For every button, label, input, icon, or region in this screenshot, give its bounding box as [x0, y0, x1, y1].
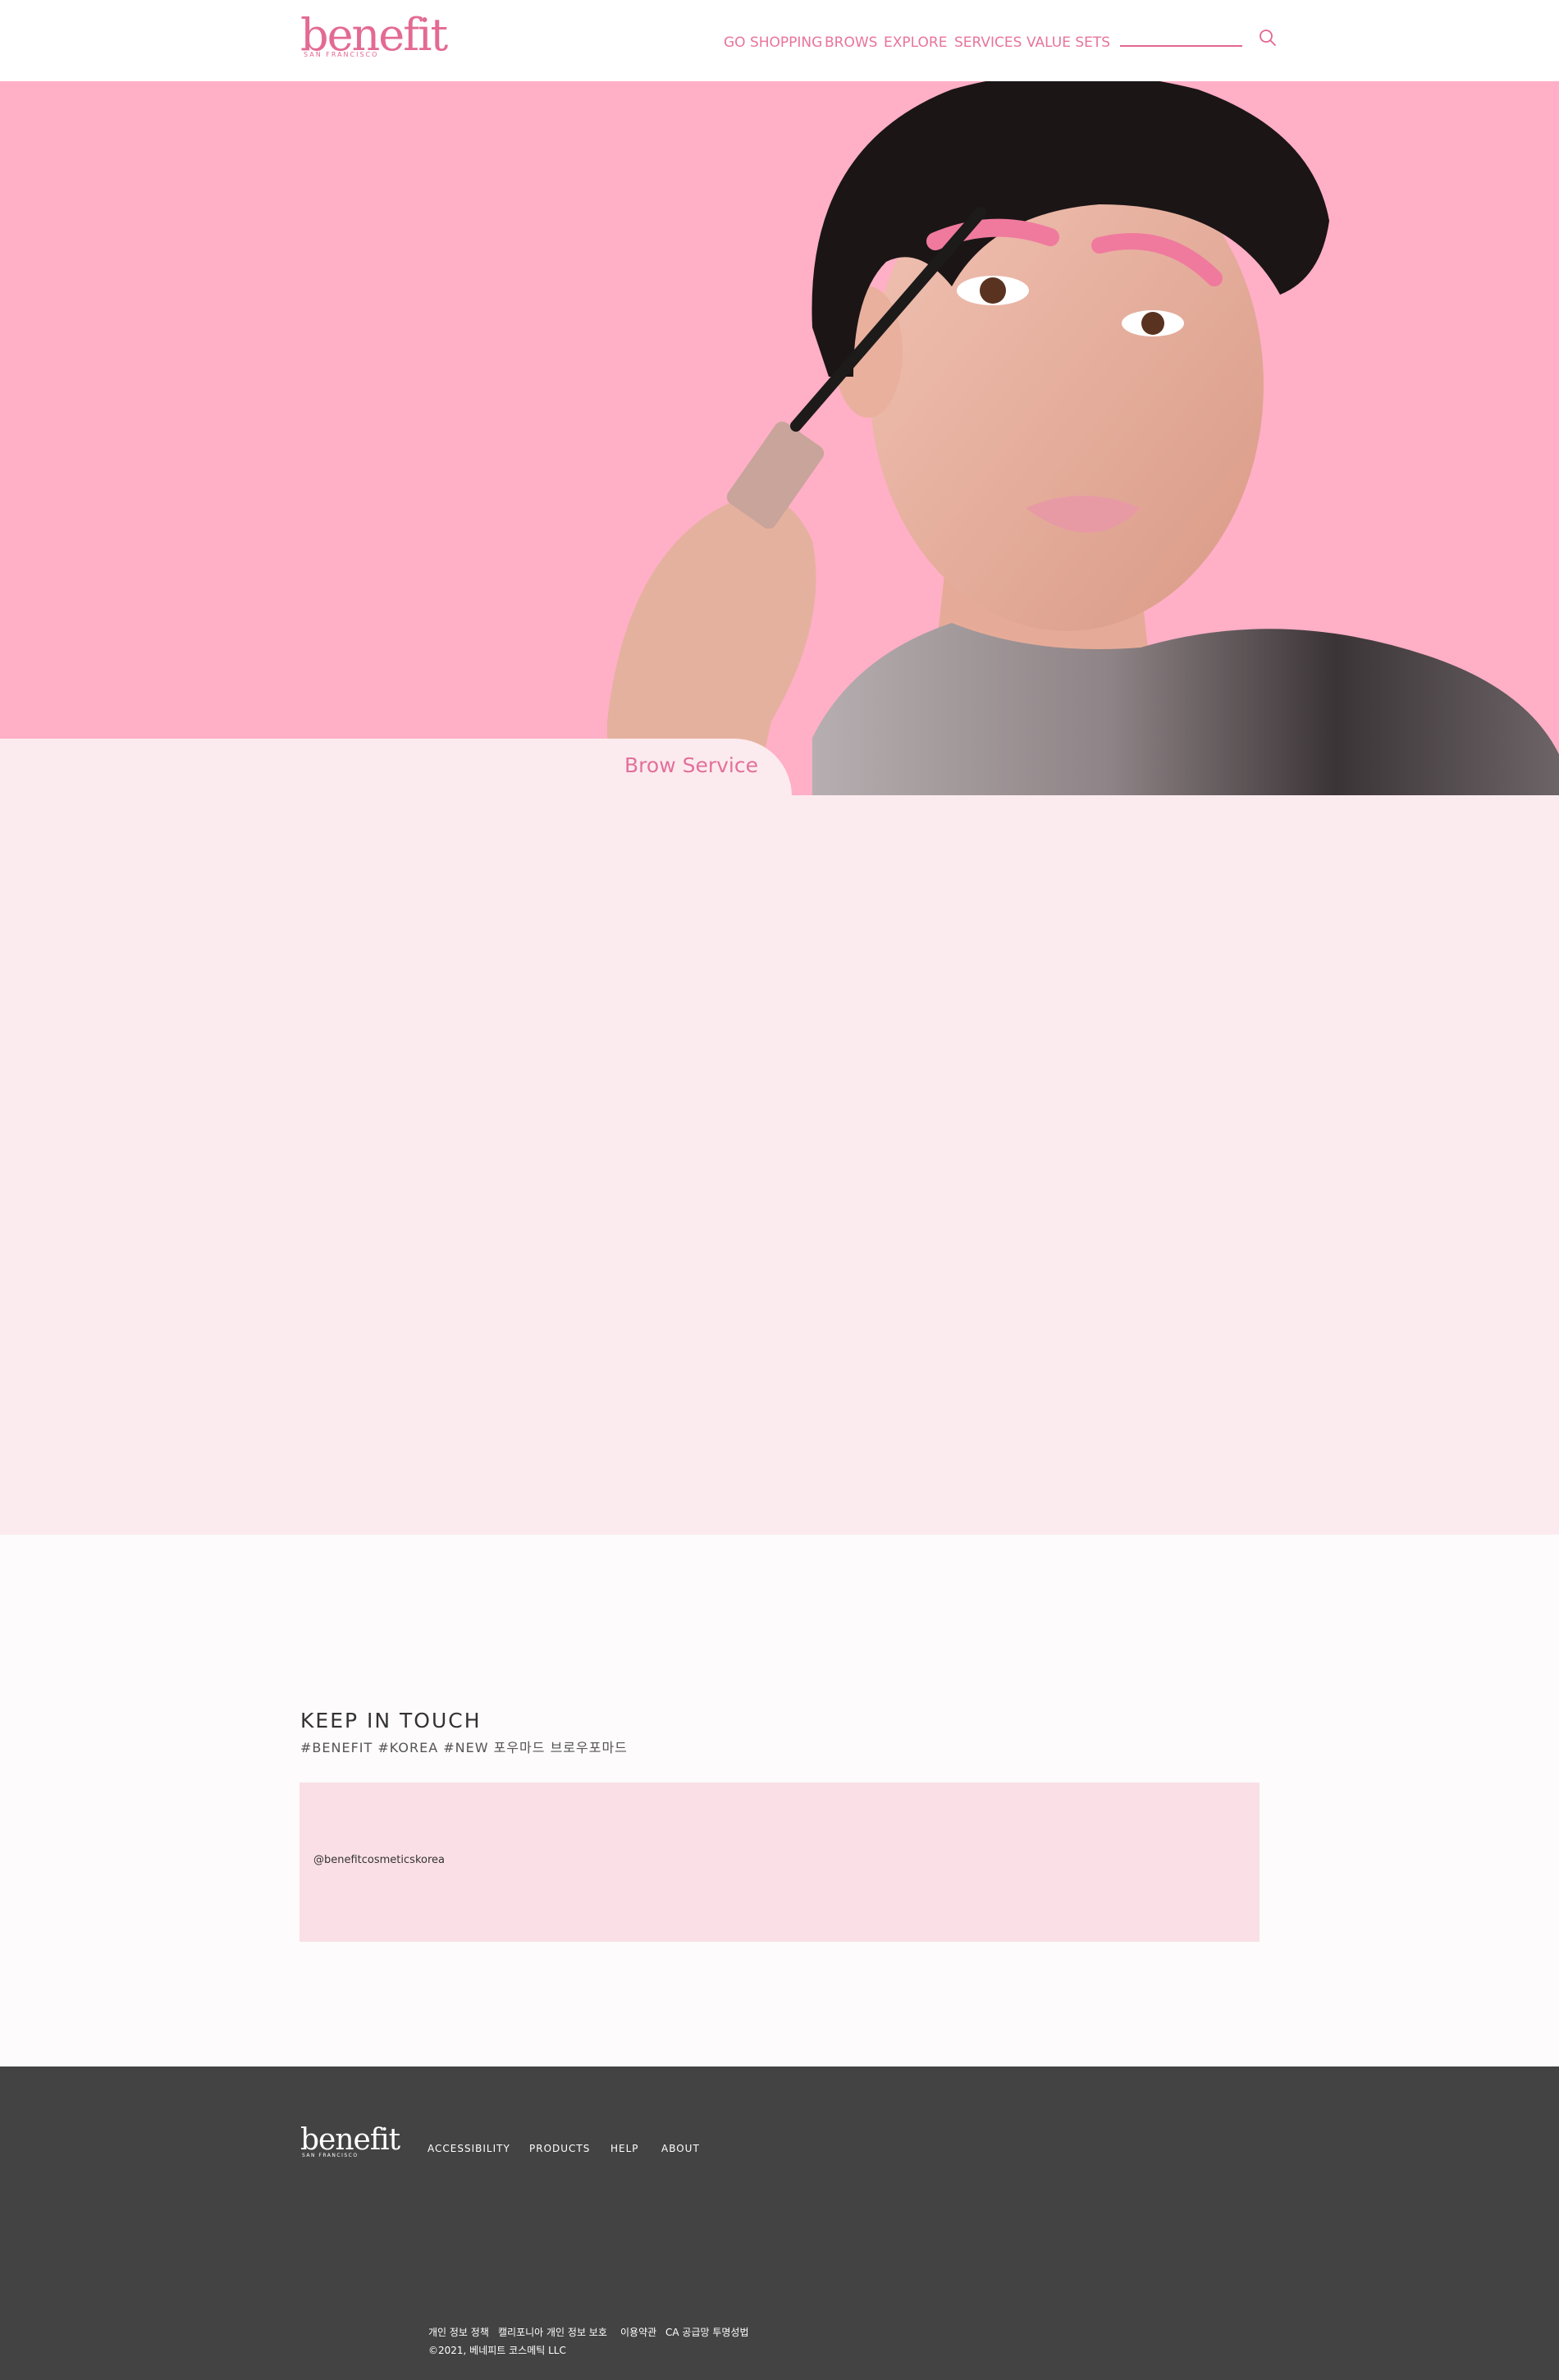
- footer-legal-supply-chain[interactable]: CA 공급망 투명성법: [665, 2325, 749, 2339]
- benefit-logo[interactable]: benefit SAN FRANCISCO: [300, 13, 448, 62]
- footer-legal-terms[interactable]: 이용약관: [620, 2325, 656, 2339]
- nav-brows[interactable]: BROWS: [825, 34, 877, 53]
- keep-in-touch-title: KEEP IN TOUCH: [300, 1709, 482, 1732]
- nav-value-sets[interactable]: VALUE SETS: [1026, 34, 1110, 53]
- footer-copyright: ©2021, 베네피트 코스메틱 LLC: [428, 2345, 566, 2356]
- footer-legal-california-privacy[interactable]: 캘리포니아 개인 정보 보호: [498, 2325, 607, 2339]
- footer-logo[interactable]: benefit SAN FRANCISCO: [300, 2123, 400, 2159]
- site-footer: benefit SAN FRANCISCO ACCESSIBILITY PROD…: [0, 2066, 1559, 2380]
- footer-link-about[interactable]: ABOUT: [661, 2143, 700, 2154]
- search-input[interactable]: [1120, 26, 1246, 46]
- hero-model-photo: [607, 81, 1559, 795]
- footer-logo-subtitle: SAN FRANCISCO: [302, 2153, 359, 2158]
- brow-service-label: Brow Service: [624, 753, 758, 777]
- footer-link-help[interactable]: HELP: [610, 2143, 639, 2154]
- nav-explore[interactable]: EXPLORE: [884, 34, 947, 53]
- nav-go-shopping[interactable]: GO SHOPPING: [724, 34, 822, 53]
- hero-banner: [0, 81, 1559, 795]
- footer-link-products[interactable]: PRODUCTS: [529, 2143, 590, 2154]
- search-underline: [1120, 45, 1242, 47]
- instagram-feed[interactable]: @benefitcosmeticskorea: [299, 1783, 1260, 1942]
- footer-legal-privacy[interactable]: 개인 정보 정책: [428, 2325, 489, 2339]
- site-header: benefit SAN FRANCISCO GO SHOPPING BROWS …: [0, 0, 1559, 81]
- instagram-handle-link[interactable]: @benefitcosmeticskorea: [313, 1854, 445, 1866]
- social-hashtags: #BENEFIT #KOREA #NEW 포우마드 브로우포마드: [300, 1740, 628, 1755]
- footer-logo-wordmark: benefit: [300, 2123, 400, 2157]
- nav-services[interactable]: SERVICES: [954, 34, 1022, 53]
- footer-link-accessibility[interactable]: ACCESSIBILITY: [427, 2143, 510, 2154]
- logo-subtitle: SAN FRANCISCO: [304, 51, 379, 58]
- search-icon[interactable]: [1259, 29, 1277, 47]
- content-panel: [0, 795, 1559, 1535]
